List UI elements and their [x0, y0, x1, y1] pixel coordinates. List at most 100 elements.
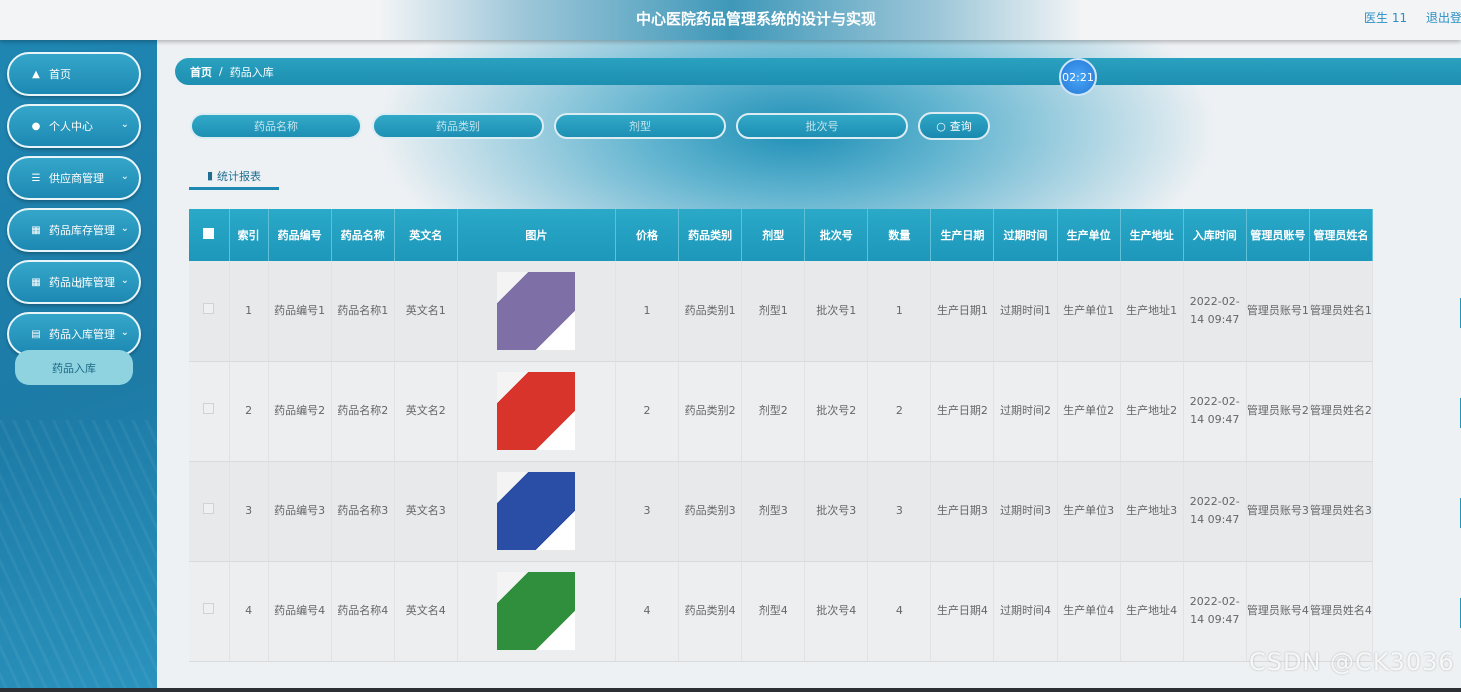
drug-name-search-input[interactable]	[190, 113, 362, 139]
column-header: 药品名称	[331, 209, 395, 261]
sidebar-item-personal-center[interactable]: ● 个人中心 ⌄	[7, 104, 141, 148]
breadcrumb-home[interactable]: 首页	[190, 64, 212, 80]
column-header: 过期时间	[993, 209, 1058, 261]
drug-thumbnail-image	[497, 271, 576, 350]
cell-form: 剂型4	[741, 561, 806, 662]
cell-expiry: 过期时间4	[993, 561, 1058, 662]
cell-english: 英文名3	[394, 461, 458, 562]
sidebar: ▲ 首页 ● 个人中心 ⌄ ☰ 供应商管理 ⌄ ▦ 药品库存管理 ⌄ ▦ 药品出…	[0, 40, 157, 692]
user-icon: ●	[31, 120, 41, 132]
cell-expiry: 过期时间2	[993, 361, 1058, 462]
sidebar-item-label: 首页	[49, 68, 71, 81]
cell-mfg-date: 生产日期4	[930, 561, 995, 662]
row-checkbox-cell[interactable]	[189, 561, 230, 662]
column-header: 药品类别	[678, 209, 743, 261]
row-checkbox[interactable]	[203, 403, 215, 414]
drug-thumbnail-image	[497, 572, 576, 650]
table-row[interactable]: 4 药品编号4 药品名称4 英文名4 4 药品类别4 剂型4 批次号4 4 生产日期4 过期时间4 生…	[189, 561, 1374, 662]
current-user[interactable]: 医生 11	[1364, 9, 1407, 26]
cell-address: 生产地址2	[1120, 361, 1184, 462]
column-header: 批次号	[804, 209, 869, 261]
home-icon: ▲	[32, 68, 40, 80]
table-row[interactable]: 3 药品编号3 药品名称3 英文名3 3 药品类别3 剂型3 批次号3 3 生产日期3 过期时间3 生…	[189, 461, 1374, 562]
cell-maker: 生产单位2	[1057, 361, 1121, 462]
drug-image-cell	[457, 561, 617, 662]
main-content: 首页 / 药品入库 02:21 ○ 查询 ▮ 统计报表 索引 药品编号	[157, 40, 1461, 692]
cell-code: 药品编号1	[268, 261, 332, 362]
drug-category-search-input[interactable]	[372, 113, 544, 139]
chevron-down-icon: ⌄	[120, 327, 129, 338]
cell-admin-name: 管理员姓名1	[1309, 261, 1374, 362]
search-icon: ○	[936, 119, 946, 133]
cell-admin-name: 管理员姓名3	[1309, 461, 1374, 562]
row-checkbox[interactable]	[203, 503, 215, 514]
taskbar-edge	[0, 688, 1461, 692]
cell-price: 1	[615, 261, 680, 362]
query-button[interactable]: ○ 查询	[918, 112, 990, 140]
sidebar-item-outbound[interactable]: ▦ 药品出库管理 ⌄	[7, 260, 141, 304]
select-all-checkbox[interactable]	[203, 227, 215, 239]
column-header: 入库时间	[1183, 209, 1247, 261]
cell-in-time: 2022-02-14 09:47	[1183, 361, 1247, 462]
sidebar-item-supplier[interactable]: ☰ 供应商管理 ⌄	[7, 156, 141, 200]
cell-qty: 2	[867, 361, 932, 462]
logout-link[interactable]: 退出登	[1426, 9, 1461, 26]
tab-statistics-report[interactable]: ▮ 统计报表	[189, 164, 279, 190]
cell-expiry: 过期时间3	[993, 461, 1058, 562]
cell-in-time: 2022-02-14 09:47	[1183, 461, 1247, 562]
row-checkbox-cell[interactable]	[189, 261, 230, 362]
row-checkbox[interactable]	[203, 603, 215, 614]
cell-mfg-date: 生产日期1	[930, 261, 995, 362]
drug-image-cell	[457, 261, 617, 362]
cell-qty: 1	[867, 261, 932, 362]
breadcrumb-separator: /	[219, 65, 223, 78]
sidebar-item-label: 个人中心	[49, 120, 93, 133]
row-checkbox[interactable]	[203, 302, 215, 314]
cell-maker: 生产单位3	[1057, 461, 1121, 562]
row-checkbox-cell[interactable]	[189, 461, 230, 562]
cell-code: 药品编号2	[268, 361, 332, 462]
breadcrumb-current: 药品入库	[229, 65, 274, 79]
cell-price: 4	[615, 561, 680, 662]
cell-mfg-date: 生产日期2	[930, 361, 995, 462]
query-button-label: 查询	[949, 120, 972, 133]
cell-price: 2	[615, 361, 680, 462]
briefcase-icon: ▤	[31, 328, 41, 340]
cell-admin-name: 管理员姓名4	[1309, 561, 1374, 662]
column-header: 剂型	[741, 209, 806, 261]
sidebar-item-label: 药品入库管理	[49, 328, 115, 341]
cell-category: 药品类别1	[678, 261, 743, 362]
sidebar-subitem-inbound[interactable]: 药品入库	[15, 350, 133, 385]
cell-form: 剂型1	[741, 261, 806, 362]
cell-index: 2	[229, 361, 269, 462]
cell-qty: 3	[867, 461, 932, 562]
top-header: 中心医院药品管理系统的设计与实现 医生 11 退出登	[0, 0, 1461, 40]
cell-admin-account: 管理员账号2	[1246, 361, 1310, 462]
breadcrumb: 首页 / 药品入库	[175, 58, 1461, 85]
cell-maker: 生产单位4	[1057, 561, 1121, 662]
bar-chart-icon: ▮	[206, 169, 214, 182]
cell-name: 药品名称3	[331, 461, 395, 562]
cell-code: 药品编号3	[268, 461, 332, 562]
column-header: 管理员姓名	[1309, 209, 1374, 261]
cell-english: 英文名1	[394, 261, 458, 362]
select-all-checkbox-cell[interactable]	[189, 209, 230, 261]
cell-category: 药品类别4	[678, 561, 743, 662]
column-header: 管理员账号	[1246, 209, 1310, 261]
dosage-form-search-input[interactable]	[554, 113, 726, 139]
cell-english: 英文名2	[394, 361, 458, 462]
chevron-down-icon: ⌄	[120, 171, 129, 182]
sidebar-item-home[interactable]: ▲ 首页	[7, 52, 141, 96]
grid-icon: ▦	[31, 276, 41, 288]
cell-batch: 批次号1	[804, 261, 869, 362]
cell-admin-account: 管理员账号3	[1246, 461, 1310, 562]
row-checkbox-cell[interactable]	[189, 361, 230, 462]
table-row[interactable]: 2 药品编号2 药品名称2 英文名2 2 药品类别2 剂型2 批次号2 2 生产日期2 过期时间2 生…	[189, 361, 1374, 462]
list-icon: ☰	[31, 172, 41, 184]
cell-admin-account: 管理员账号1	[1246, 261, 1310, 362]
table-row[interactable]: 1 药品编号1 药品名称1 英文名1 1 药品类别1 剂型1 批次号1 1 生产日期1 过期时间1 生…	[189, 261, 1374, 362]
batch-number-search-input[interactable]	[736, 113, 908, 139]
sidebar-item-inventory[interactable]: ▦ 药品库存管理 ⌄	[7, 208, 141, 252]
cell-code: 药品编号4	[268, 561, 332, 662]
cell-name: 药品名称2	[331, 361, 395, 462]
